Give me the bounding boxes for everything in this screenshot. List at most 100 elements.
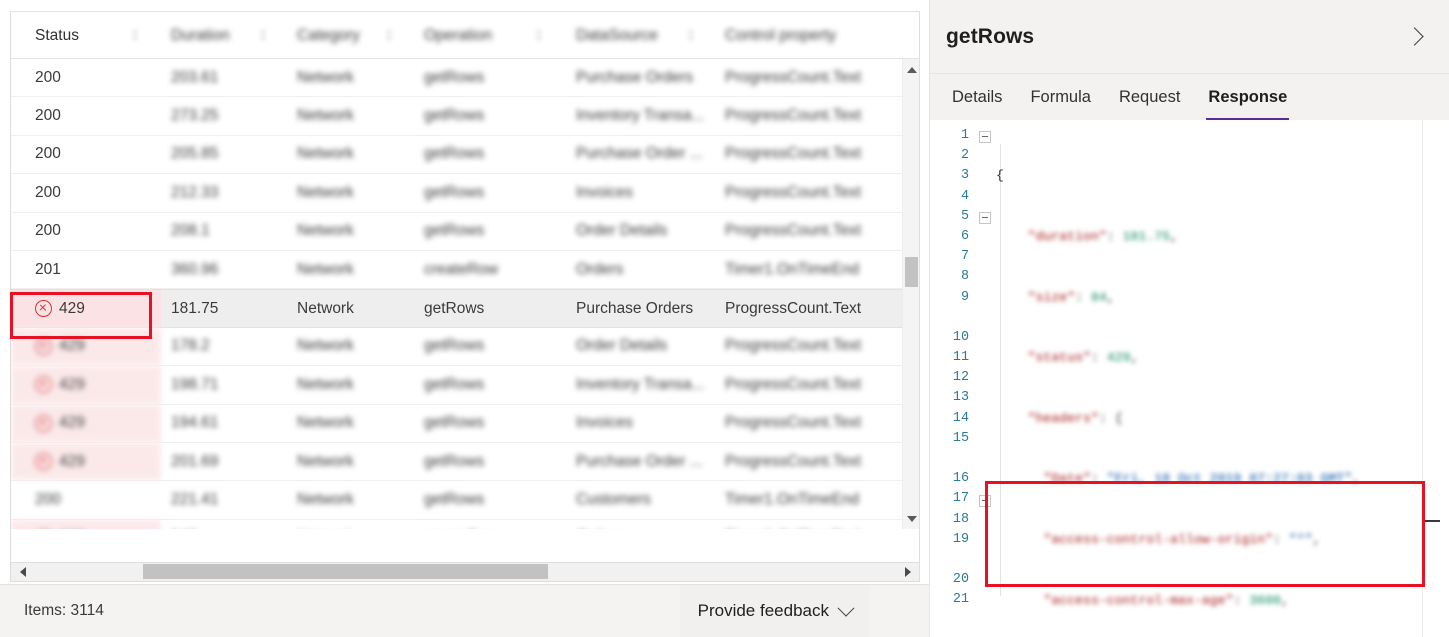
vertical-scroll-thumb[interactable] <box>905 257 918 287</box>
column-header-control-property[interactable]: Control property <box>725 12 905 59</box>
fold-toggle-headers[interactable] <box>979 212 991 224</box>
provide-feedback-button[interactable]: Provide feedback <box>679 585 870 637</box>
fold-toggle-root[interactable] <box>979 131 991 143</box>
cell-control-property: ProgressCount.Text <box>725 337 862 355</box>
line-number: 13 <box>952 390 969 406</box>
cell-control-property: ProgressCount.Text <box>725 183 862 201</box>
panel-right-divider <box>1422 120 1423 637</box>
status-text: 200 <box>35 183 61 201</box>
cell-status: 200 <box>11 213 161 250</box>
horizontal-scroll-thumb[interactable] <box>143 564 548 579</box>
column-resize-handle-2[interactable] <box>257 12 268 59</box>
panel-header: getRows <box>930 0 1449 74</box>
json-line: "headers": { <box>996 410 1123 426</box>
json-line: "access-control-max-age": 3600, <box>996 592 1289 608</box>
tab-formula[interactable]: Formula <box>1016 74 1105 120</box>
column-header-duration[interactable]: Duration <box>171 12 263 59</box>
grid-body: 200 203.61 Network getRows Purchase Orde… <box>11 59 919 529</box>
error-circle-x-icon <box>35 337 52 355</box>
column-header-datasource[interactable]: DataSource <box>576 12 686 59</box>
cell-operation: getRows <box>424 68 485 86</box>
json-code: { "duration": 181.75, "size": 84, "statu… <box>996 126 1421 637</box>
table-row[interactable]: 200 212.33 Network getRows Invoices Prog… <box>11 174 919 213</box>
panel-title: getRows <box>946 24 1035 48</box>
collapse-panel-button[interactable] <box>1405 26 1427 48</box>
table-row[interactable]: 429 547 Network createRow Orders Timer1.… <box>11 519 919 529</box>
resize-tick <box>1423 520 1440 522</box>
line-number: 5 <box>960 208 969 224</box>
line-number: 14 <box>952 410 969 426</box>
cell-status: 200 <box>11 136 161 173</box>
tab-request[interactable]: Request <box>1105 74 1194 120</box>
error-circle-x-icon <box>35 453 52 471</box>
table-row[interactable]: 429 194.61 Network getRows Invoices Prog… <box>11 404 919 443</box>
cell-datasource: Orders <box>576 520 716 529</box>
scroll-up-button[interactable] <box>903 61 919 78</box>
line-number: 8 <box>960 269 969 285</box>
table-row[interactable]: 429 198.71 Network getRows Inventory Tra… <box>11 366 919 405</box>
line-number: 4 <box>960 188 969 204</box>
tab-response[interactable]: Response <box>1194 74 1301 120</box>
cell-category: Network <box>297 414 354 432</box>
cell-duration: 221.41 <box>171 490 219 508</box>
tab-details[interactable]: Details <box>938 74 1016 120</box>
fold-toggle-body[interactable] <box>979 495 991 507</box>
cell-control-property: ProgressCount.Text <box>725 107 862 125</box>
error-circle-x-icon <box>35 414 52 432</box>
line-number: 11 <box>952 350 969 366</box>
cell-duration: 181.75 <box>171 299 219 317</box>
cell-status: 200 <box>11 481 161 518</box>
cell-status: 429 <box>11 327 161 366</box>
error-circle-x-icon <box>35 376 52 394</box>
line-number: 17 <box>952 491 969 507</box>
cell-datasource: Purchase Order ... <box>576 145 703 163</box>
cell-datasource: Purchase Order ... <box>576 452 703 470</box>
table-row-selected[interactable]: 429 181.75 Network getRows Purchase Orde… <box>11 289 919 328</box>
cell-control-property: ProgressCount.Text <box>725 222 862 240</box>
table-row[interactable]: 429 178.2 Network getRows Order Details … <box>11 327 919 367</box>
cell-status: 429 <box>11 290 161 327</box>
table-row[interactable]: 200 203.61 Network getRows Purchase Orde… <box>11 59 919 98</box>
column-resize-handle-4[interactable] <box>533 12 544 59</box>
grid-vertical-scrollbar[interactable] <box>902 59 919 529</box>
cell-operation: createRow <box>424 520 529 529</box>
scroll-down-button[interactable] <box>903 510 919 527</box>
line-number: 3 <box>960 168 969 184</box>
triangle-right-icon <box>904 566 911 577</box>
cell-status: 429 <box>11 404 161 442</box>
json-line: "duration": 181.75, <box>996 229 1179 244</box>
cell-operation: getRows <box>424 222 485 240</box>
status-bar: Items: 3114 Provide feedback <box>0 584 929 637</box>
cell-operation: getRows <box>424 299 485 317</box>
json-line: "status": 429, <box>996 350 1139 366</box>
cell-status: 429 <box>11 366 161 404</box>
table-row[interactable]: 429 201.69 Network getRows Purchase Orde… <box>11 442 919 482</box>
line-number: 16 <box>952 471 969 487</box>
table-row[interactable]: 200 205.85 Network getRows Purchase Orde… <box>11 135 919 175</box>
cell-duration: 194.61 <box>171 414 219 432</box>
column-header-category[interactable]: Category <box>297 12 389 59</box>
cell-duration: 360.96 <box>171 260 219 278</box>
column-resize-handle-3[interactable] <box>383 12 394 59</box>
line-number: 10 <box>952 329 969 345</box>
line-number: 7 <box>960 249 969 265</box>
table-row[interactable]: 200 221.41 Network getRows Customers Tim… <box>11 481 919 520</box>
cell-status: 429 <box>11 519 161 529</box>
table-row[interactable]: 201 360.96 Network createRow Orders Time… <box>11 250 919 290</box>
column-resize-handle-5[interactable] <box>685 12 696 59</box>
column-header-operation[interactable]: Operation <box>424 12 524 59</box>
grid-horizontal-scrollbar[interactable] <box>10 563 920 582</box>
json-response-viewer[interactable]: 1 2 3 4 5 6 7 8 9 10 11 12 13 14 15 16 1… <box>930 120 1449 637</box>
cell-operation: getRows <box>424 414 485 432</box>
scroll-right-button[interactable] <box>899 563 916 580</box>
status-text: 429 <box>59 375 85 393</box>
cell-category: Network <box>297 520 387 529</box>
cell-control-property: ProgressCount.Text <box>725 68 862 86</box>
table-row[interactable]: 200 273.25 Network getRows Inventory Tra… <box>11 97 919 136</box>
table-row[interactable]: 200 208.1 Network getRows Order Details … <box>11 212 919 251</box>
cell-duration: 208.1 <box>171 222 210 240</box>
column-resize-handle-1[interactable] <box>129 12 140 59</box>
scroll-left-button[interactable] <box>14 563 31 580</box>
line-number: 19 <box>952 531 969 547</box>
cell-datasource: Inventory Transa... <box>576 107 705 125</box>
